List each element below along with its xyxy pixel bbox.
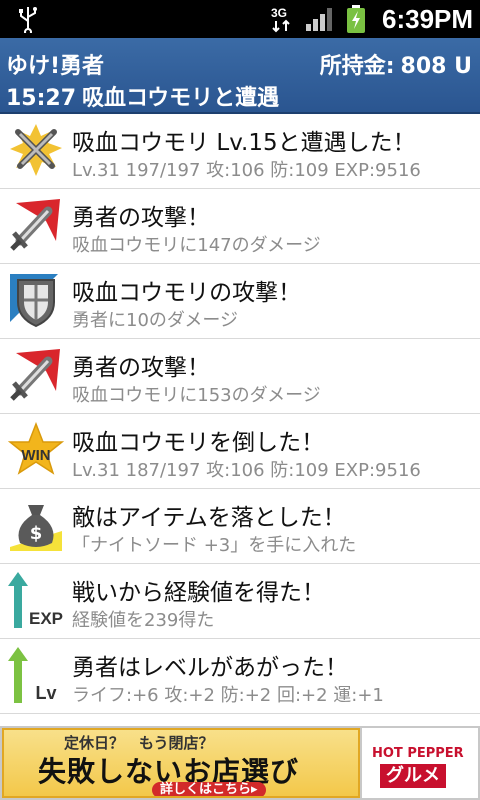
log-detail: Lv.31 187/197 攻:106 防:109 EXP:9516 (72, 460, 421, 481)
exp-arrow-icon: EXP (8, 572, 63, 628)
usb-icon (19, 7, 37, 33)
log-row-level-up[interactable]: Lv 勇者はレベルがあがった！ ライフ:+6 攻:+2 防:+2 回:+2 運:… (0, 639, 480, 714)
event-line: 15:27 吸血コウモリと遭遇 (6, 80, 279, 112)
log-title: 吸血コウモリを倒した！ (72, 430, 325, 456)
log-row-exp[interactable]: EXP 戦いから経験値を得た！ 経験値を239得た (0, 564, 480, 639)
money-bag-icon: $ (10, 505, 62, 551)
log-detail: 吸血コウモリに147のダメージ (72, 235, 321, 256)
log-detail: ライフ:+6 攻:+2 防:+2 回:+2 運:+1 (72, 685, 384, 706)
log-title: 敵はアイテムを落とした！ (72, 505, 346, 531)
player-name: ゆけ!勇者 (6, 54, 105, 79)
ad-banner[interactable]: 定休日？ もう閉店？ 失敗しないお店選び 詳しくはこちら▸ HOT PEPPER… (0, 726, 480, 800)
log-row-enemy-attack[interactable]: 吸血コウモリの攻撃！ 勇者に10のダメージ (0, 264, 480, 339)
svg-text:EXP: EXP (29, 609, 63, 628)
battle-log-list[interactable]: 吸血コウモリ Lv.15と遭遇した！ Lv.31 197/197 攻:106 防… (0, 114, 480, 726)
log-detail: 「ナイトソード +3」を手に入れた (72, 535, 357, 556)
svg-text:$: $ (30, 523, 43, 544)
ad-brand-logo[interactable]: HOT PEPPER グルメ (362, 728, 478, 798)
ad-cta-button[interactable]: 詳しくはこちら▸ (152, 782, 266, 796)
log-detail: 勇者に10のダメージ (72, 310, 239, 331)
log-row-victory[interactable]: WIN 吸血コウモリを倒した！ Lv.31 187/197 攻:106 防:10… (0, 414, 480, 489)
battery-charging-icon (347, 5, 365, 33)
svg-text:3G: 3G (271, 6, 287, 20)
log-title: 勇者の攻撃！ (72, 205, 210, 231)
event-time: 15:27 (6, 86, 77, 111)
svg-text:WIN: WIN (21, 447, 50, 464)
win-star-icon: WIN (8, 422, 64, 475)
gold-display: 所持金: 808 U (320, 48, 472, 80)
log-row-item-drop[interactable]: $ 敵はアイテムを落とした！ 「ナイトソード +3」を手に入れた (0, 489, 480, 564)
log-row-encounter[interactable]: 吸血コウモリ Lv.15と遭遇した！ Lv.31 197/197 攻:106 防… (0, 114, 480, 189)
shield-icon (10, 274, 58, 328)
log-row-hero-attack[interactable]: 勇者の攻撃！ 吸血コウモリに153のダメージ (0, 339, 480, 414)
event-title: 吸血コウモリと遭遇 (82, 86, 280, 111)
log-title: 戦いから経験値を得た！ (72, 580, 325, 606)
log-row-hero-attack[interactable]: 勇者の攻撃！ 吸血コウモリに147のダメージ (0, 189, 480, 264)
log-detail: 経験値を239得た (72, 610, 215, 631)
log-title: 吸血コウモリの攻撃！ (72, 280, 302, 306)
log-title: 勇者の攻撃！ (72, 355, 210, 381)
ad-brand-top: HOT PEPPER (372, 746, 464, 761)
crossed-swords-icon (10, 124, 62, 176)
log-detail: 吸血コウモリに153のダメージ (72, 385, 321, 406)
sword-attack-icon (10, 199, 60, 251)
log-title: 勇者はレベルがあがった！ (72, 655, 348, 681)
ad-creative[interactable]: 定休日？ もう閉店？ 失敗しないお店選び 詳しくはこちら▸ (2, 728, 360, 798)
svg-text:Lv: Lv (35, 683, 56, 703)
status-bar: 3G 6:39PM (0, 0, 480, 38)
sword-attack-icon (10, 349, 60, 401)
level-up-arrow-icon: Lv (8, 647, 57, 703)
network-3g-icon: 3G (271, 6, 290, 33)
log-title: 吸血コウモリ Lv.15と遭遇した！ (72, 130, 416, 156)
log-detail: Lv.31 197/197 攻:106 防:109 EXP:9516 (72, 160, 421, 181)
clock: 6:39PM (382, 4, 474, 34)
ad-brand-bottom: グルメ (380, 764, 446, 788)
gold-label: 所持金: (319, 54, 395, 79)
gold-value: 808 U (400, 54, 472, 79)
battle-header: ゆけ!勇者 所持金: 808 U 15:27 吸血コウモリと遭遇 (0, 38, 480, 114)
signal-strength-icon (306, 8, 332, 31)
